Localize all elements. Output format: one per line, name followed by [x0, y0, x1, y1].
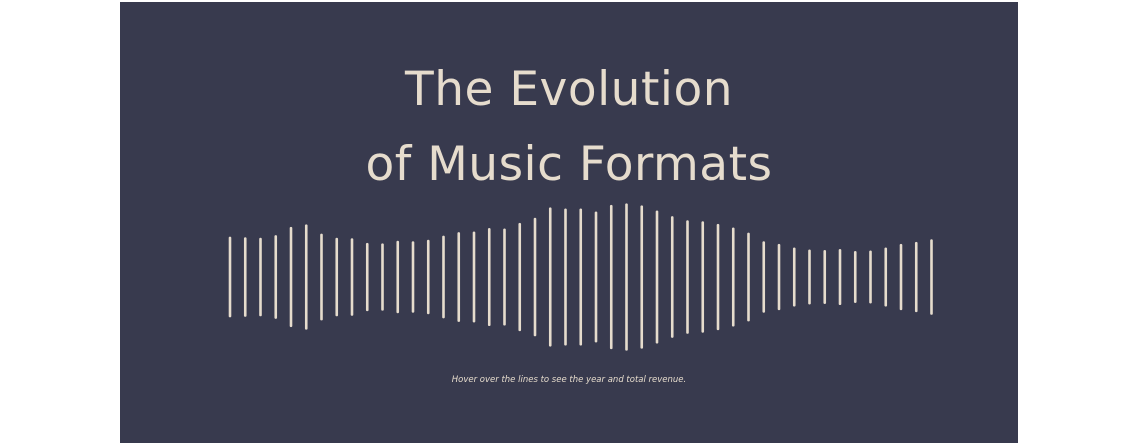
hover-hint: Hover over the lines to see the year and… [451, 375, 687, 385]
title-line-1: The Evolution [405, 62, 733, 117]
dashboard-panel: The Evolution of Music Formats Hover ove… [120, 2, 1018, 443]
title-line-2: of Music Formats [365, 137, 773, 192]
waveform-chart [228, 203, 933, 351]
